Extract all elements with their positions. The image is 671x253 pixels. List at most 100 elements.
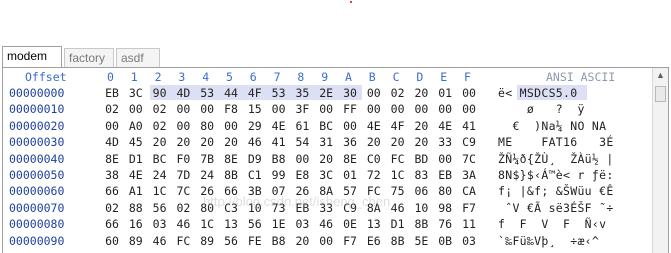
hex-byte[interactable]: 7C [172, 184, 194, 198]
hex-byte[interactable]: 03 [458, 234, 480, 248]
vertical-scrollbar[interactable]: ▲ [652, 68, 668, 253]
ascii-text[interactable]: ˆV €Ã së3ÉŠF ˜÷ [498, 201, 614, 215]
hex-byte[interactable]: 20 [149, 135, 171, 149]
hex-byte[interactable]: C9 [458, 135, 480, 149]
ascii-text[interactable]: f F V F Ñ‹v [498, 217, 606, 231]
hex-byte[interactable]: 20 [363, 135, 385, 149]
hex-byte[interactable]: 00 [458, 86, 480, 100]
hex-byte[interactable]: 35 [291, 86, 313, 100]
hex-byte[interactable]: BC [315, 119, 337, 133]
hex-byte[interactable]: 4F [244, 86, 266, 100]
hex-byte[interactable]: 90 [149, 86, 171, 100]
hex-byte[interactable]: 10 [410, 201, 432, 215]
hex-byte[interactable]: F8 [220, 102, 242, 116]
hex-byte[interactable]: 20 [220, 135, 242, 149]
hex-byte[interactable]: 83 [410, 168, 432, 182]
hex-byte[interactable]: 8E [101, 152, 123, 166]
hex-row[interactable]: 00000000 EB 3C 90 4D 53 44 4F 53 35 2E 30 00 02 20 01 00… [3, 85, 668, 101]
hex-byte[interactable]: 00 [196, 102, 218, 116]
hex-byte[interactable]: 7D [172, 168, 194, 182]
hex-row[interactable]: 00000050 38 4E 24 7D 24 8B C1 99 E8 3C 01 72 1C 83 EB 3A… [3, 167, 668, 183]
tab-modem[interactable]: modem [2, 46, 62, 68]
ascii-text[interactable]: 8N$}$‹Á™è< r ƒë: [498, 168, 614, 182]
hex-row[interactable]: 00000080 66 16 03 46 1C 13 56 1E 03 46 0E 13 D1 8B 76 11… [3, 216, 668, 232]
hex-byte[interactable]: 00 [363, 86, 385, 100]
hex-byte[interactable]: 8E [339, 152, 361, 166]
hex-byte[interactable]: 02 [149, 102, 171, 116]
ascii-text[interactable]: ŽÑ¼ð{ŽÙ¸ ŽÀü½ | [498, 152, 614, 166]
ascii-text[interactable]: ME FAT16 3É [498, 135, 614, 149]
hex-byte[interactable]: 3F [291, 102, 313, 116]
hex-byte[interactable]: 01 [339, 168, 361, 182]
hex-byte[interactable]: 00 [410, 102, 432, 116]
hex-byte[interactable]: 4E [125, 168, 147, 182]
hex-byte[interactable]: 89 [125, 234, 147, 248]
hex-byte[interactable]: BC [149, 152, 171, 166]
hex-byte[interactable]: 20 [315, 152, 337, 166]
hex-byte[interactable]: 0B [434, 234, 456, 248]
hex-byte[interactable]: 41 [268, 135, 290, 149]
hex-byte[interactable]: 20 [410, 119, 432, 133]
hex-byte[interactable]: 13 [363, 217, 385, 231]
hex-byte[interactable]: 99 [268, 168, 290, 182]
scroll-thumb[interactable] [655, 86, 666, 102]
hex-byte[interactable]: 20 [410, 135, 432, 149]
hex-byte[interactable]: F7 [458, 201, 480, 215]
hex-byte[interactable]: 7B [196, 152, 218, 166]
hex-byte[interactable]: 02 [172, 201, 194, 215]
hex-byte[interactable]: 89 [196, 234, 218, 248]
hex-byte[interactable]: D9 [244, 152, 266, 166]
hex-byte[interactable]: 44 [220, 86, 242, 100]
hex-byte[interactable]: 02 [387, 86, 409, 100]
ascii-text[interactable]: `‰Fü‰Vþ¸ ÷æ‹^ [498, 234, 599, 248]
hex-byte[interactable]: 8B [220, 168, 242, 182]
hex-byte[interactable]: 56 [244, 217, 266, 231]
hex-byte[interactable]: F7 [339, 234, 361, 248]
hex-byte[interactable]: 72 [363, 168, 385, 182]
hex-byte[interactable]: 1C [149, 184, 171, 198]
hex-byte[interactable]: 53 [196, 86, 218, 100]
hex-byte[interactable]: 8B [387, 234, 409, 248]
hex-byte[interactable]: 60 [101, 234, 123, 248]
hex-byte[interactable]: 00 [125, 102, 147, 116]
ascii-text[interactable]: € )Na¼ NO NA [498, 119, 606, 133]
hex-byte[interactable]: 46 [172, 217, 194, 231]
hex-byte[interactable]: 7C [458, 152, 480, 166]
hex-byte[interactable]: 30 [339, 86, 361, 100]
hex-byte[interactable]: 5E [410, 234, 432, 248]
hex-byte[interactable]: 03 [149, 217, 171, 231]
hex-byte[interactable]: 1E [268, 217, 290, 231]
hex-byte[interactable]: 00 [387, 102, 409, 116]
hex-byte[interactable]: 2E [315, 86, 337, 100]
hex-byte[interactable]: 00 [220, 119, 242, 133]
hex-byte[interactable]: 80 [434, 184, 456, 198]
hex-byte[interactable]: 02 [101, 201, 123, 215]
hex-byte[interactable]: 4E [268, 119, 290, 133]
hex-byte[interactable]: 20 [172, 135, 194, 149]
hex-byte[interactable]: 00 [363, 102, 385, 116]
hex-byte[interactable]: 4D [172, 86, 194, 100]
hex-byte[interactable]: 20 [387, 135, 409, 149]
hex-byte[interactable]: B8 [268, 152, 290, 166]
hex-byte[interactable]: D1 [125, 152, 147, 166]
hex-byte[interactable]: 13 [220, 217, 242, 231]
hex-byte[interactable]: CA [458, 184, 480, 198]
hex-byte[interactable]: BD [410, 152, 432, 166]
hex-byte[interactable]: 00 [315, 234, 337, 248]
hex-byte[interactable]: 36 [339, 135, 361, 149]
hex-byte[interactable]: 11 [458, 217, 480, 231]
hex-row[interactable]: 00000020 00 A0 02 00 80 00 29 4E 61 BC 00 4E 4F 20 4E 41… [3, 118, 668, 134]
hex-byte[interactable]: EB [434, 168, 456, 182]
hex-byte[interactable]: 56 [220, 234, 242, 248]
ascii-text[interactable]: ë< MSDCS5.0 [498, 86, 577, 100]
hex-byte[interactable]: 1C [387, 168, 409, 182]
hex-byte[interactable]: 00 [458, 102, 480, 116]
hex-byte[interactable]: 56 [149, 201, 171, 215]
hex-byte[interactable]: F0 [172, 152, 194, 166]
hex-byte[interactable]: 54 [291, 135, 313, 149]
hex-editor-panel[interactable]: Offset 0123456789ABCDEF ANSI ASCII 00000… [2, 67, 669, 253]
hex-byte[interactable]: 76 [434, 217, 456, 231]
hex-byte[interactable]: 00 [434, 152, 456, 166]
hex-byte[interactable]: 00 [434, 102, 456, 116]
hex-byte[interactable]: 00 [315, 102, 337, 116]
